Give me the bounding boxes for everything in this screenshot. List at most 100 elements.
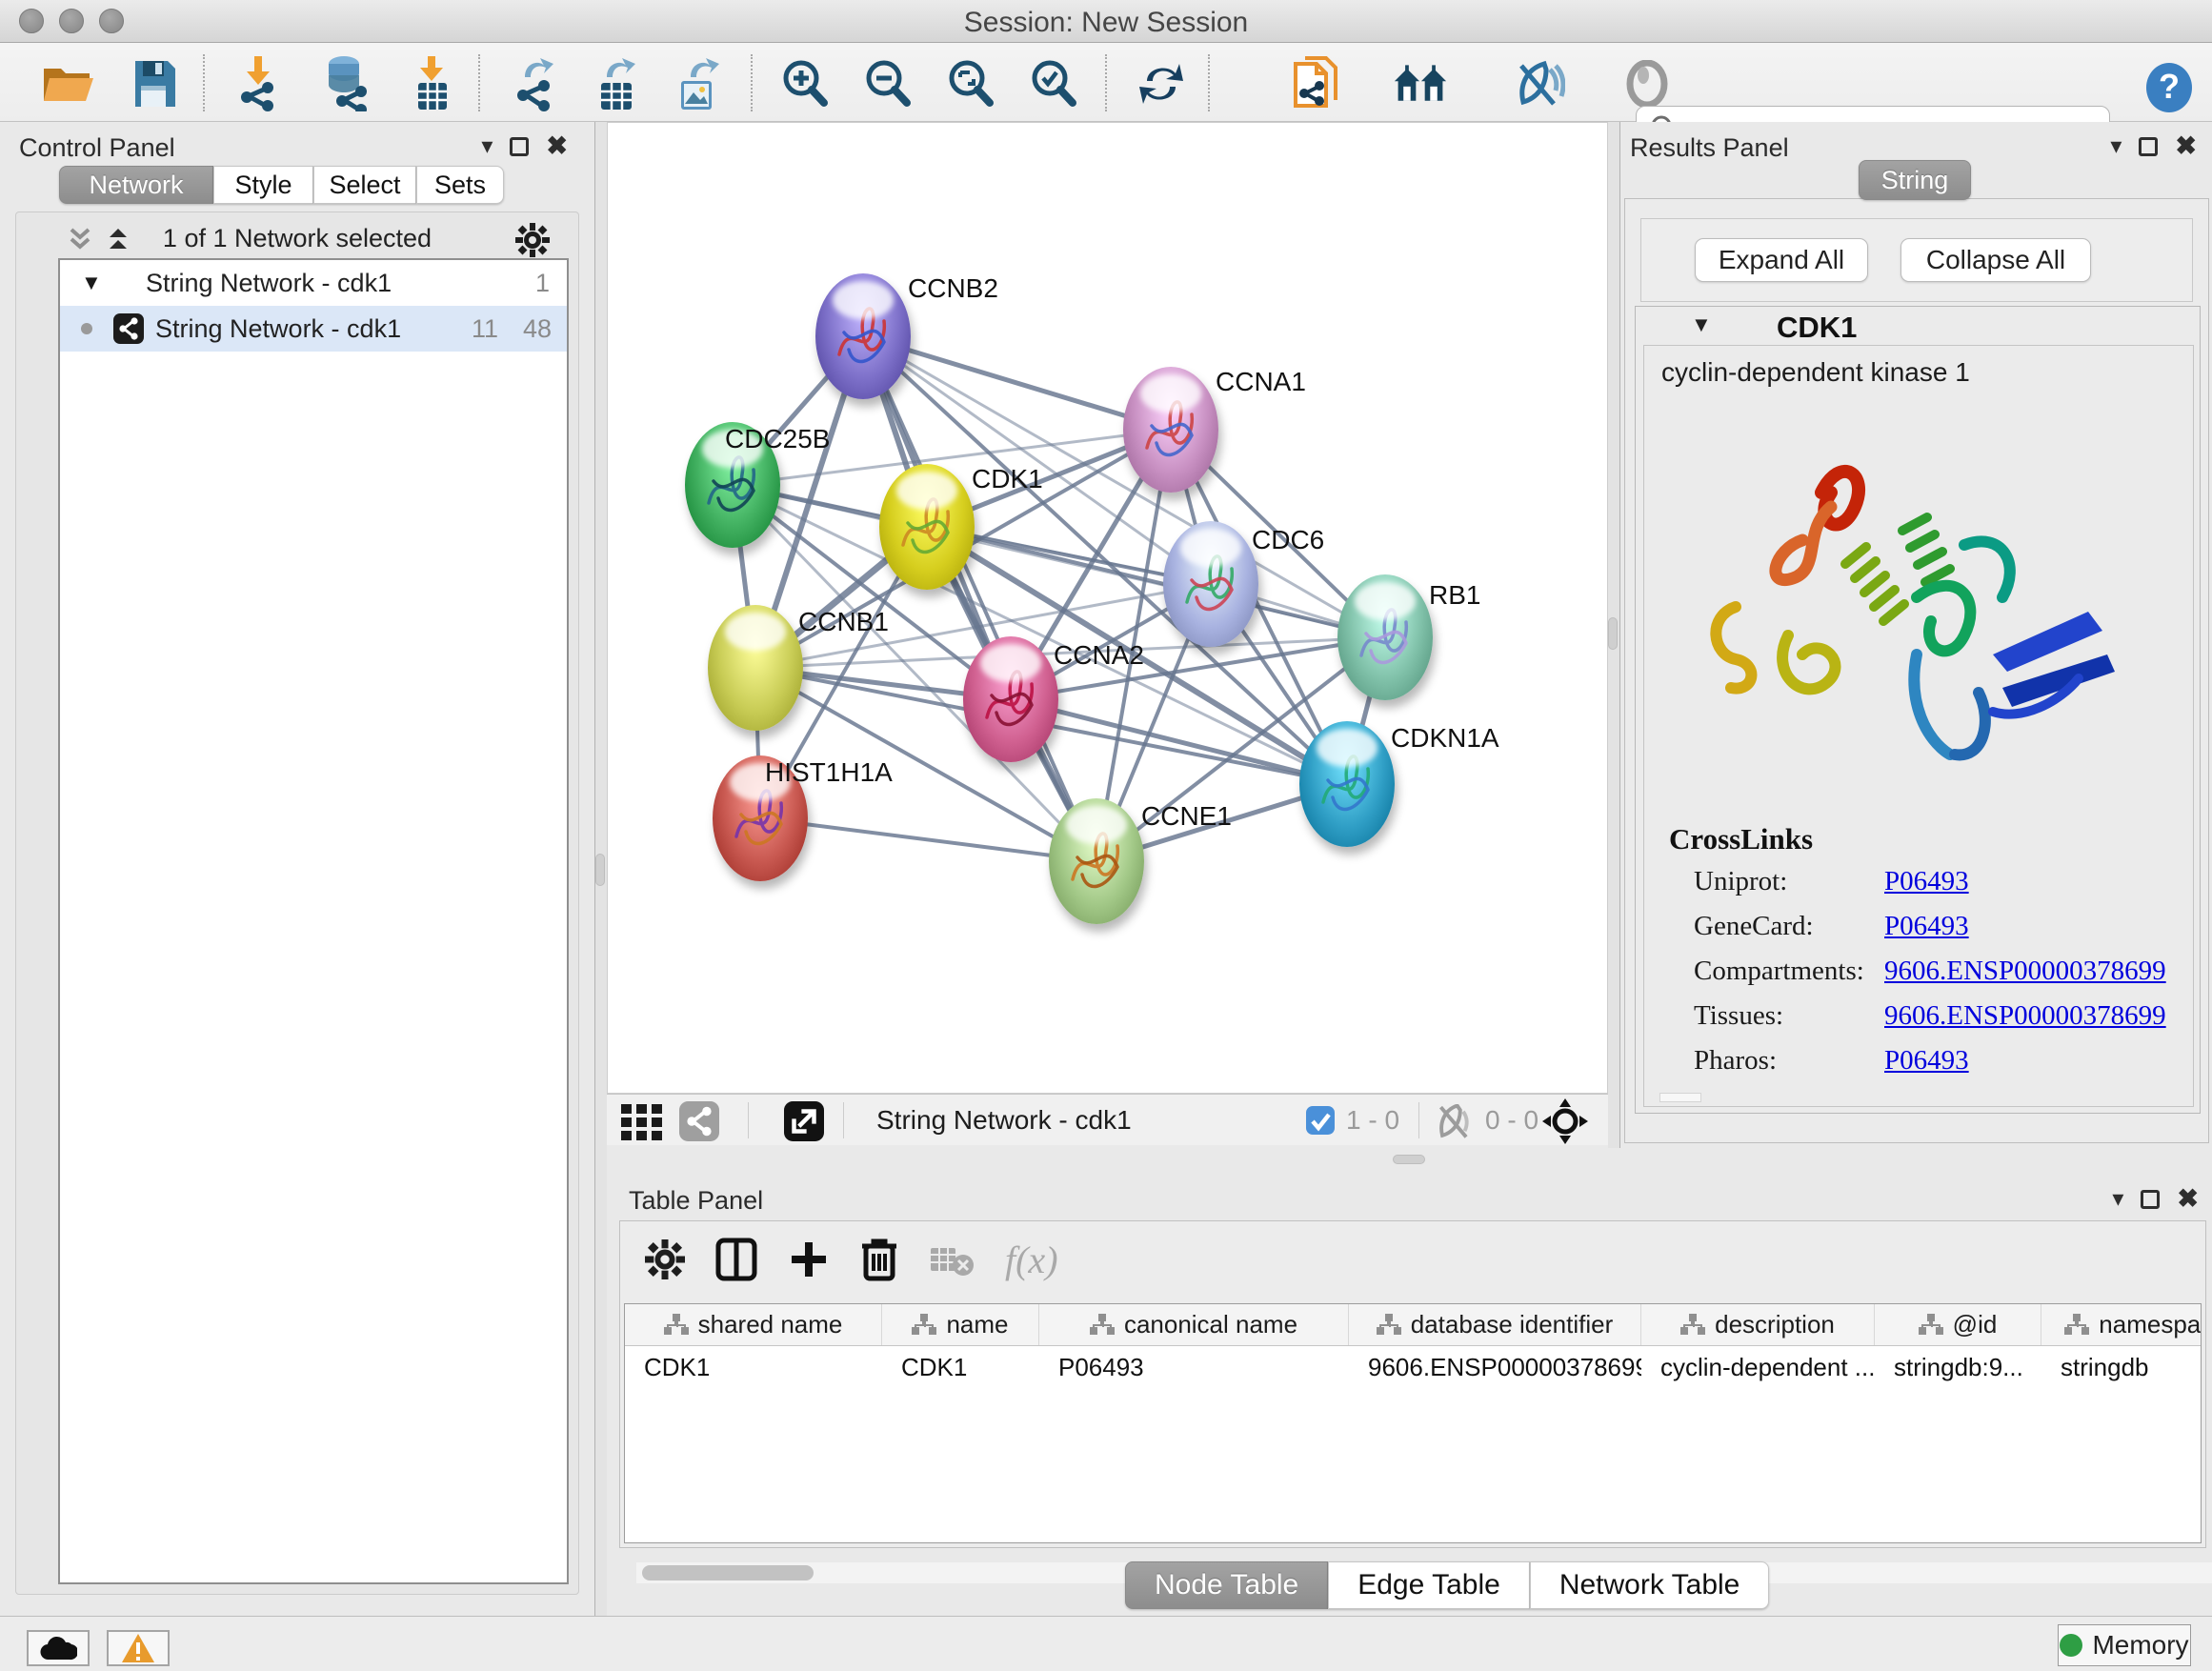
table-cell[interactable]: P06493 (1039, 1346, 1349, 1388)
tab-string[interactable]: String (1859, 160, 1971, 200)
table-panel-menu-icon[interactable]: ▾ (2112, 1185, 2123, 1213)
export-image-icon[interactable] (671, 56, 726, 111)
table-panel-float-icon[interactable] (2141, 1190, 2160, 1209)
hide-panels-eye-icon[interactable] (1511, 56, 1566, 111)
network-node-ccna2[interactable] (963, 636, 1058, 762)
network-node-cdc6[interactable] (1163, 521, 1258, 647)
column-header-name[interactable]: name (882, 1304, 1039, 1345)
import-network-from-file-icon[interactable] (231, 56, 286, 111)
crosslink-value-link[interactable]: 9606.ENSP00000378699 (1884, 956, 2166, 986)
network-node-cdk1[interactable] (879, 464, 975, 590)
table-cell[interactable]: cyclin-dependent ... (1641, 1346, 1875, 1388)
grid-view-icon[interactable] (619, 1102, 667, 1140)
table-settings-gear-icon[interactable] (645, 1239, 685, 1279)
collapse-all-button[interactable]: Collapse All (1900, 238, 2091, 282)
left-splitter[interactable] (595, 122, 607, 1616)
network-node-ccne1[interactable] (1049, 798, 1144, 924)
card-collapse-icon[interactable]: ▼ (1691, 312, 1712, 337)
table-cell[interactable]: CDK1 (882, 1346, 1039, 1388)
selected-checkbox-icon[interactable] (1305, 1105, 1336, 1136)
tab-style[interactable]: Style (213, 166, 313, 204)
zoom-out-icon[interactable] (860, 56, 915, 111)
tab-select[interactable]: Select (313, 166, 416, 204)
warning-status-button[interactable] (107, 1630, 170, 1666)
table-scrollbar-thumb[interactable] (642, 1565, 814, 1580)
column-header-canonicalname[interactable]: canonical name (1039, 1304, 1349, 1345)
card-scrollbar-thumb[interactable] (1659, 1093, 1701, 1102)
network-options-gear-icon[interactable] (515, 223, 550, 257)
gene-description: cyclin-dependent kinase 1 (1661, 357, 1970, 388)
preview-eye-icon[interactable] (1619, 56, 1675, 111)
table-cell[interactable]: CDK1 (625, 1346, 882, 1388)
column-header-description[interactable]: description (1641, 1304, 1875, 1345)
network-view-share-icon[interactable] (679, 1101, 719, 1141)
zoom-fit-content-icon[interactable] (943, 56, 998, 111)
network-node-ccna1[interactable] (1123, 367, 1218, 493)
crosslink-value-link[interactable]: P06493 (1884, 1045, 1969, 1076)
birds-eye-navigator-icon[interactable] (1542, 1098, 1588, 1144)
detach-view-icon[interactable] (784, 1101, 824, 1141)
export-table-icon[interactable] (589, 56, 644, 111)
table-cell[interactable]: 9606.ENSP00000378699 (1349, 1346, 1641, 1388)
table-cell[interactable]: stringdb:9... (1875, 1346, 2041, 1388)
zoom-selected-icon[interactable] (1026, 56, 1081, 111)
import-table-from-file-icon[interactable] (404, 56, 459, 111)
tab-sets[interactable]: Sets (416, 166, 504, 204)
network-collection-row[interactable]: ▼ String Network - cdk1 1 (60, 260, 567, 306)
right-splitter[interactable] (1608, 122, 1619, 1148)
delete-columns-icon[interactable] (860, 1237, 898, 1282)
crosslink-value-link[interactable]: P06493 (1884, 866, 1969, 896)
control-panel-menu-icon[interactable]: ▾ (481, 132, 493, 160)
export-network-icon[interactable] (507, 56, 562, 111)
home-icon[interactable] (1393, 56, 1448, 111)
column-header-namespace[interactable]: namespace (2041, 1304, 2202, 1345)
results-panel-menu-icon[interactable]: ▾ (2110, 132, 2122, 160)
collection-expand-icon[interactable]: ▼ (81, 271, 102, 295)
network-node-ccnb2[interactable] (815, 273, 911, 399)
table-panel-close-icon[interactable]: ✖ (2177, 1184, 2199, 1214)
right-splitter-handle[interactable] (1608, 617, 1618, 650)
results-panel-close-icon[interactable]: ✖ (2175, 131, 2197, 161)
help-icon[interactable]: ? (2142, 60, 2197, 115)
tab-network[interactable]: Network (59, 166, 213, 204)
network-node-label: HIST1H1A (765, 757, 893, 788)
crosslink-label: Uniprot: (1694, 866, 1884, 897)
open-session-icon[interactable] (40, 56, 95, 111)
show-columns-icon[interactable] (715, 1238, 757, 1281)
network-edge[interactable] (863, 336, 1096, 861)
table-row[interactable]: CDK1CDK1P064939606.ENSP00000378699cyclin… (625, 1346, 2201, 1388)
network-node-ccnb1[interactable] (708, 605, 803, 731)
column-header-sharedname[interactable]: shared name (625, 1304, 882, 1345)
control-panel-float-icon[interactable] (510, 137, 529, 156)
column-header-databaseidentifier[interactable]: database identifier (1349, 1304, 1641, 1345)
results-panel-float-icon[interactable] (2139, 137, 2158, 156)
cloud-status-button[interactable] (27, 1630, 90, 1666)
control-panel-close-icon[interactable]: ✖ (546, 131, 568, 161)
network-node-rb1[interactable] (1337, 574, 1433, 700)
collection-count: 1 (535, 269, 550, 298)
toolbar-separator (478, 54, 480, 111)
zoom-in-icon[interactable] (777, 56, 833, 111)
network-row[interactable]: String Network - cdk1 11 48 (60, 306, 567, 352)
column-header-id[interactable]: @id (1875, 1304, 2041, 1345)
tab-node-table[interactable]: Node Table (1125, 1561, 1328, 1609)
crosslink-value-link[interactable]: P06493 (1884, 911, 1969, 941)
tab-edge-table[interactable]: Edge Table (1328, 1561, 1530, 1609)
bottom-splitter-handle[interactable] (1393, 1155, 1425, 1164)
create-column-icon[interactable] (788, 1238, 830, 1280)
table-cell[interactable]: stringdb (2041, 1346, 2202, 1388)
crosslink-label: Compartments: (1694, 956, 1884, 987)
memory-button[interactable]: Memory (2058, 1624, 2191, 1666)
network-edge[interactable] (760, 818, 1096, 861)
document-share-icon[interactable] (1288, 56, 1343, 111)
refresh-view-icon[interactable] (1134, 56, 1189, 111)
left-splitter-handle[interactable] (595, 854, 605, 886)
expand-all-button[interactable]: Expand All (1695, 238, 1868, 282)
save-session-icon[interactable] (126, 56, 181, 111)
network-node-cdkn1a[interactable] (1299, 721, 1395, 847)
network-canvas[interactable]: CCNB2CCNA1CDC25BCDK1CDC6RB1CCNB1CCNA2CDK… (607, 122, 1608, 1094)
import-network-from-database-icon[interactable] (316, 56, 372, 111)
crosslink-value-link[interactable]: 9606.ENSP00000378699 (1884, 1000, 2166, 1031)
tab-network-table[interactable]: Network Table (1530, 1561, 1770, 1609)
column-header-label: database identifier (1411, 1310, 1613, 1339)
